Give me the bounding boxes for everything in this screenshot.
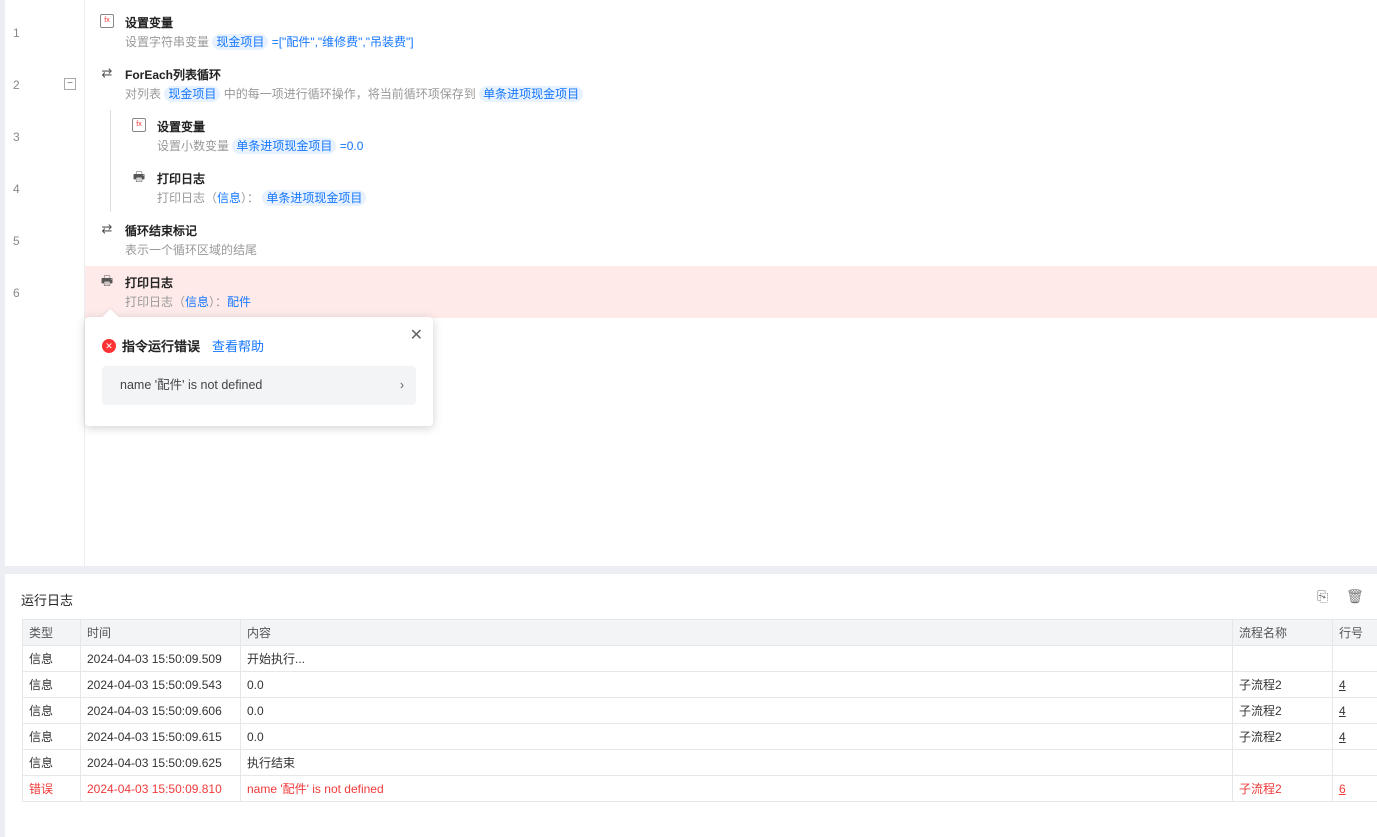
type-cell: 错误 [22, 775, 81, 802]
fx-icon: fx [132, 118, 146, 132]
column-header: 内容 [240, 619, 1233, 646]
column-header: 类型 [22, 619, 81, 646]
flow-name-cell: 子流程2 [1232, 671, 1333, 698]
variable-tag: 现金项目 [212, 34, 269, 50]
line-link[interactable]: 4 [1339, 704, 1346, 718]
line-cell[interactable]: 6 [1332, 775, 1377, 802]
line-link[interactable]: 4 [1339, 678, 1346, 692]
step-row-1[interactable]: 1 fx 设置变量 设置字符串变量 现金项目 =["配件","维修费","吊装费… [5, 6, 1377, 58]
line-number: 2 [13, 78, 20, 92]
table-row[interactable]: 信息 2024-04-03 15:50:09.625 执行结束 [22, 749, 1377, 776]
type-cell: 信息 [22, 749, 81, 776]
line-cell [1332, 645, 1377, 672]
run-log-panel: 运行日志 ⎘ 🗑 类型 时间 内容 流程名称 行号 信息 2024-04-03 15:50… [5, 574, 1377, 837]
table-row[interactable]: 信息 2024-04-03 15:50:09.615 0.0 子流程2 4 [22, 723, 1377, 750]
time-cell: 2024-04-03 15:50:09.625 [80, 749, 241, 776]
content-cell: 0.0 [240, 723, 1233, 750]
step-desc: 设置小数变量 单条进项现金项目 =0.0 [157, 138, 364, 154]
step-row-5[interactable]: 5 ⇄ 循环结束标记 表示一个循环区域的结尾 [5, 214, 1377, 266]
step-row-4[interactable]: 4 🖶 打印日志 打印日志（信息）： 单条进项现金项目 [5, 162, 1377, 214]
fx-icon: fx [100, 14, 114, 28]
line-cell[interactable]: 4 [1332, 671, 1377, 698]
content-cell: 开始执行... [240, 645, 1233, 672]
log-title: 运行日志 [21, 593, 74, 608]
loop-end-icon: ⇄ [101, 221, 113, 236]
error-popover: ✕ ✕ 指令运行错误 查看帮助 name '配件' is not defined… [85, 317, 433, 426]
step-title: 设置变量 [125, 16, 174, 30]
table-row[interactable]: 错误 2024-04-03 15:50:09.810 name '配件' is n… [22, 775, 1377, 802]
type-cell: 信息 [22, 723, 81, 750]
content-cell: 0.0 [240, 697, 1233, 724]
column-header: 行号 [1332, 619, 1377, 646]
step-desc: 打印日志（信息）： 单条进项现金项目 [157, 189, 367, 206]
line-number: 6 [13, 286, 20, 300]
line-link[interactable]: 4 [1339, 730, 1346, 744]
content-cell: 执行结束 [240, 749, 1233, 776]
error-icon: ✕ [102, 338, 116, 353]
error-title: 指令运行错误 [122, 339, 201, 354]
time-cell: 2024-04-03 15:50:09.509 [80, 645, 241, 672]
flow-name-cell: 子流程2 [1232, 775, 1333, 802]
error-message[interactable]: name '配件' is not defined › [102, 366, 416, 405]
loop-icon: ⇄ [101, 65, 113, 80]
chevron-right-icon: › [399, 378, 404, 392]
time-cell: 2024-04-03 15:50:09.810 [80, 775, 241, 802]
printer-icon: 🖶 [132, 169, 146, 184]
content-cell: name '配件' is not defined [240, 775, 1233, 802]
line-cell[interactable]: 4 [1332, 697, 1377, 724]
collapse-toggle[interactable]: − [64, 78, 76, 90]
step-title: 循环结束标记 [125, 224, 198, 238]
flow-name-cell: 子流程2 [1232, 697, 1333, 724]
step-desc: 表示一个循环区域的结尾 [125, 243, 258, 257]
line-cell[interactable]: 4 [1332, 723, 1377, 750]
export-icon[interactable]: ⎘ [1317, 588, 1328, 605]
panel-divider[interactable] [5, 566, 1377, 574]
step-row-6-error[interactable]: 🖶 打印日志 打印日志（信息）：配件 [85, 266, 1377, 318]
help-link[interactable]: 查看帮助 [212, 336, 264, 355]
step-title: 设置变量 [157, 120, 206, 134]
type-cell: 信息 [22, 645, 81, 672]
line-number: 3 [13, 130, 20, 144]
step-title: 打印日志 [157, 172, 206, 186]
trash-icon[interactable]: 🗑 [1346, 588, 1364, 605]
time-cell: 2024-04-03 15:50:09.543 [80, 671, 241, 698]
column-header: 流程名称 [1232, 619, 1333, 646]
type-cell: 信息 [22, 697, 81, 724]
step-row-3[interactable]: 3 fx 设置变量 设置小数变量 单条进项现金项目 =0.0 [5, 110, 1377, 162]
table-row[interactable]: 信息 2024-04-03 15:50:09.509 开始执行... [22, 645, 1377, 672]
log-table: 类型 时间 内容 流程名称 行号 信息 2024-04-03 15:50:09.509 开始… [22, 619, 1377, 802]
type-cell: 信息 [22, 671, 81, 698]
table-row[interactable]: 信息 2024-04-03 15:50:09.543 0.0 子流程2 4 [22, 671, 1377, 698]
time-cell: 2024-04-03 15:50:09.615 [80, 723, 241, 750]
column-header: 时间 [80, 619, 241, 646]
flow-name-cell [1232, 749, 1333, 776]
flow-editor: 1 fx 设置变量 设置字符串变量 现金项目 =["配件","维修费","吊装费… [5, 0, 1377, 566]
step-title: ForEach列表循环 [125, 68, 222, 82]
table-row[interactable]: 信息 2024-04-03 15:50:09.606 0.0 子流程2 4 [22, 697, 1377, 724]
step-desc: 对列表 现金项目 中的每一项进行循环操作，将当前循环项保存到 单条进项现金项目 [125, 85, 584, 102]
step-row-2[interactable]: 2 − ⇄ ForEach列表循环 对列表 现金项目 中的每一项进行循环操作，将… [5, 58, 1377, 110]
close-icon[interactable]: ✕ [410, 325, 423, 345]
line-number: 4 [13, 182, 20, 196]
line-cell [1332, 749, 1377, 776]
content-cell: 0.0 [240, 671, 1233, 698]
line-number: 5 [13, 234, 20, 248]
step-desc: 设置字符串变量 现金项目 =["配件","维修费","吊装费"] [125, 34, 414, 50]
line-link[interactable]: 6 [1339, 782, 1346, 796]
printer-icon: 🖶 [100, 273, 114, 288]
flow-name-cell: 子流程2 [1232, 723, 1333, 750]
line-number: 1 [13, 26, 20, 40]
step-desc: 打印日志（信息）：配件 [125, 295, 252, 309]
flow-name-cell [1232, 645, 1333, 672]
time-cell: 2024-04-03 15:50:09.606 [80, 697, 241, 724]
step-title: 打印日志 [125, 276, 174, 290]
